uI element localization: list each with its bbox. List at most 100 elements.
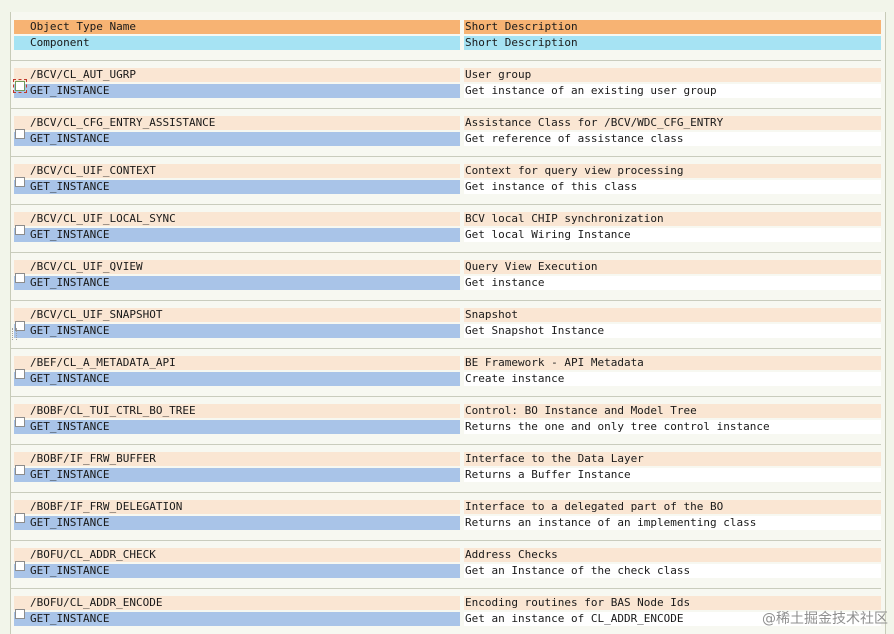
object-short-description: BE Framework - API Metadata [464, 356, 881, 370]
object-type-name: /BCV/CL_UIF_LOCAL_SYNC [14, 212, 460, 226]
object-type-name: /BCV/CL_AUT_UGRP [14, 68, 460, 82]
component-name: GET_INSTANCE [14, 132, 460, 146]
object-type-name: /BCV/CL_UIF_QVIEW [14, 260, 460, 274]
component-short-description: Get reference of assistance class [464, 132, 881, 146]
component-short-description: Returns a Buffer Instance [464, 468, 881, 482]
component-description-header: Short Description [464, 36, 881, 50]
component-name: GET_INSTANCE [14, 276, 460, 290]
component-name: GET_INSTANCE [14, 84, 460, 98]
object-type-name: /BCV/CL_UIF_SNAPSHOT [14, 308, 460, 322]
entry-separator [11, 492, 881, 493]
component-short-description: Get an Instance of the check class [464, 564, 881, 578]
entry-separator [11, 156, 881, 157]
component-header: Component [14, 36, 460, 50]
row-select-checkbox[interactable] [15, 225, 25, 235]
object-short-description: Assistance Class for /BCV/WDC_CFG_ENTRY [464, 116, 881, 130]
object-row[interactable]: /BEF/CL_A_METADATA_API BE Framework - API… [14, 356, 881, 370]
component-short-description: Get instance of an existing user group [464, 84, 881, 98]
component-short-description: Get instance of this class [464, 180, 881, 194]
object-short-description: Control: BO Instance and Model Tree [464, 404, 881, 418]
entry-separator [11, 396, 881, 397]
short-description-header: Short Description [464, 20, 881, 34]
object-short-description: Interface to the Data Layer [464, 452, 881, 466]
result-list: Object Type Name Short Description Compo… [10, 12, 886, 634]
object-type-name: /BOBF/IF_FRW_BUFFER [14, 452, 460, 466]
object-short-description: Context for query view processing [464, 164, 881, 178]
row-select-checkbox[interactable] [15, 465, 25, 475]
resize-grip[interactable] [12, 328, 17, 340]
object-row[interactable]: /BCV/CL_UIF_LOCAL_SYNC BCV local CHIP syn… [14, 212, 881, 226]
object-row[interactable]: /BCV/CL_UIF_QVIEW Query View Execution [14, 260, 881, 274]
object-short-description: Snapshot [464, 308, 881, 322]
entry-separator [11, 444, 881, 445]
component-row[interactable]: GET_INSTANCE Returns a Buffer Instance [14, 468, 881, 482]
object-type-name: /BCV/CL_CFG_ENTRY_ASSISTANCE [14, 116, 460, 130]
object-type-name: /BCV/CL_UIF_CONTEXT [14, 164, 460, 178]
component-row[interactable]: GET_INSTANCE Get instance of this class [14, 180, 881, 194]
object-row[interactable]: /BCV/CL_UIF_CONTEXT Context for query vie… [14, 164, 881, 178]
component-short-description: Returns an instance of an implementing c… [464, 516, 881, 530]
component-row[interactable]: GET_INSTANCE Get reference of assistance … [14, 132, 881, 146]
row-select-checkbox[interactable] [15, 561, 25, 571]
object-type-name-header: Object Type Name [14, 20, 460, 34]
header-row-object: Object Type Name Short Description [14, 20, 881, 34]
component-name: GET_INSTANCE [14, 564, 460, 578]
component-name: GET_INSTANCE [14, 420, 460, 434]
component-short-description: Get Snapshot Instance [464, 324, 881, 338]
object-short-description: BCV local CHIP synchronization [464, 212, 881, 226]
row-select-checkbox[interactable] [15, 273, 25, 283]
entry-separator [11, 108, 881, 109]
component-short-description: Get local Wiring Instance [464, 228, 881, 242]
entry-separator [11, 348, 881, 349]
object-short-description: User group [464, 68, 881, 82]
entry-separator [11, 204, 881, 205]
component-row[interactable]: GET_INSTANCE Returns the one and only tre… [14, 420, 881, 434]
component-name: GET_INSTANCE [14, 612, 460, 626]
object-short-description: Address Checks [464, 548, 881, 562]
entry-separator [11, 60, 881, 61]
row-select-checkbox[interactable] [15, 609, 25, 619]
component-name: GET_INSTANCE [14, 228, 460, 242]
component-row[interactable]: GET_INSTANCE Get an Instance of the check… [14, 564, 881, 578]
object-type-name: /BOBF/IF_FRW_DELEGATION [14, 500, 460, 514]
component-row[interactable]: GET_INSTANCE Get Snapshot Instance [14, 324, 881, 338]
row-select-checkbox[interactable] [15, 129, 25, 139]
object-type-name: /BOFU/CL_ADDR_CHECK [14, 548, 460, 562]
component-row[interactable]: GET_INSTANCE Get instance [14, 276, 881, 290]
component-name: GET_INSTANCE [14, 372, 460, 386]
object-row[interactable]: /BOBF/IF_FRW_DELEGATION Interface to a de… [14, 500, 881, 514]
object-short-description: Query View Execution [464, 260, 881, 274]
entry-separator [11, 540, 881, 541]
object-row[interactable]: /BOFU/CL_ADDR_CHECK Address Checks [14, 548, 881, 562]
watermark: @稀土掘金技术社区 [762, 611, 888, 627]
component-name: GET_INSTANCE [14, 516, 460, 530]
object-type-name: /BOFU/CL_ADDR_ENCODE [14, 596, 460, 610]
component-row[interactable]: GET_INSTANCE Get local Wiring Instance [14, 228, 881, 242]
object-row[interactable]: /BCV/CL_AUT_UGRP User group [14, 68, 881, 82]
component-row[interactable]: GET_INSTANCE Get instance of an existing … [14, 84, 881, 98]
component-short-description: Create instance [464, 372, 881, 386]
component-short-description: Returns the one and only tree control in… [464, 420, 881, 434]
component-row[interactable]: GET_INSTANCE Returns an instance of an im… [14, 516, 881, 530]
component-name: GET_INSTANCE [14, 324, 460, 338]
header-row-component: Component Short Description [14, 36, 881, 50]
row-select-checkbox[interactable] [15, 513, 25, 523]
object-row[interactable]: /BOBF/CL_TUI_CTRL_BO_TREE Control: BO Ins… [14, 404, 881, 418]
object-row[interactable]: /BOBF/IF_FRW_BUFFER Interface to the Data… [14, 452, 881, 466]
object-row[interactable]: /BCV/CL_CFG_ENTRY_ASSISTANCE Assistance C… [14, 116, 881, 130]
row-select-checkbox[interactable] [15, 369, 25, 379]
object-row[interactable]: /BOFU/CL_ADDR_ENCODE Encoding routines fo… [14, 596, 881, 610]
component-short-description: Get instance [464, 276, 881, 290]
component-name: GET_INSTANCE [14, 468, 460, 482]
row-select-checkbox[interactable] [15, 417, 25, 427]
object-row[interactable]: /BCV/CL_UIF_SNAPSHOT Snapshot [14, 308, 881, 322]
object-type-name: /BEF/CL_A_METADATA_API [14, 356, 460, 370]
component-row[interactable]: GET_INSTANCE Create instance [14, 372, 881, 386]
entry-separator [11, 588, 881, 589]
object-type-name: /BOBF/CL_TUI_CTRL_BO_TREE [14, 404, 460, 418]
row-select-checkbox[interactable] [15, 177, 25, 187]
entry-separator [11, 252, 881, 253]
component-row[interactable]: GET_INSTANCE Get an instance of CL_ADDR_E… [14, 612, 881, 626]
row-select-checkbox[interactable] [13, 79, 27, 93]
component-name: GET_INSTANCE [14, 180, 460, 194]
